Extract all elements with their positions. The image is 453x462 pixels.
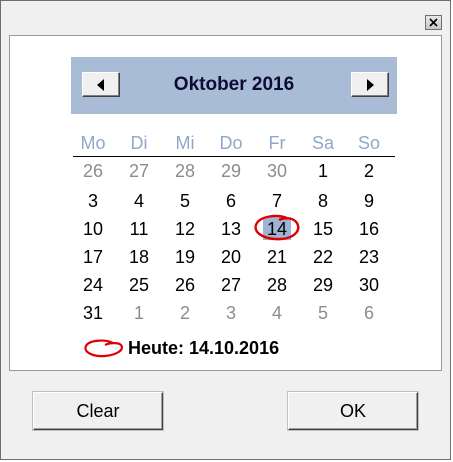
date-picker-dialog: Oktober 2016 Mo Di Mi Do Fr Sa So 26 27 28 29 30 1 2 3… [0, 0, 451, 460]
day-cell[interactable]: 8 [304, 190, 342, 212]
day-cell[interactable]: 18 [120, 246, 158, 268]
day-cell[interactable]: 16 [350, 218, 388, 240]
month-title: Oktober 2016 [173, 74, 295, 95]
day-cell[interactable]: 13 [212, 218, 250, 240]
day-cell[interactable]: 30 [258, 160, 296, 182]
triangle-left-icon [97, 78, 104, 91]
day-cell[interactable]: 2 [166, 302, 204, 324]
today-label[interactable]: Heute: 14.10.2016 [128, 337, 279, 359]
day-cell[interactable]: 1 [304, 160, 342, 182]
day-cell[interactable]: 6 [350, 302, 388, 324]
day-cell[interactable]: 5 [304, 302, 342, 324]
day-cell[interactable]: 20 [212, 246, 250, 268]
weekday-divider [73, 156, 395, 157]
day-cell[interactable]: 29 [212, 160, 250, 182]
weekday-header: Sa [311, 133, 335, 153]
day-cell[interactable]: 10 [74, 218, 112, 240]
day-cell[interactable]: 2 [350, 160, 388, 182]
weekday-header: Mi [175, 133, 195, 153]
day-cell[interactable]: 21 [258, 246, 296, 268]
day-cell[interactable]: 9 [350, 190, 388, 212]
close-button[interactable] [425, 15, 442, 30]
day-cell[interactable]: 27 [212, 274, 250, 296]
day-cell[interactable]: 23 [350, 246, 388, 268]
day-cell[interactable]: 1 [120, 302, 158, 324]
day-cell[interactable]: 4 [258, 302, 296, 324]
day-cell[interactable]: 22 [304, 246, 342, 268]
prev-month-button[interactable] [82, 72, 120, 97]
day-cell[interactable]: 14 [258, 218, 296, 240]
day-cell[interactable]: 26 [166, 274, 204, 296]
red-circle-icon [84, 339, 124, 358]
day-cell[interactable]: 26 [74, 160, 112, 182]
clear-button[interactable]: Clear [33, 392, 163, 430]
weekday-header: Mo [80, 133, 106, 153]
day-cell[interactable]: 5 [166, 190, 204, 212]
title-bar [1, 1, 450, 35]
day-cell[interactable]: 6 [212, 190, 250, 212]
day-cell[interactable]: 28 [258, 274, 296, 296]
day-cell[interactable]: 4 [120, 190, 158, 212]
weekday-header: Do [219, 133, 243, 153]
day-cell[interactable]: 27 [120, 160, 158, 182]
next-month-button[interactable] [351, 72, 389, 97]
day-cell[interactable]: 25 [120, 274, 158, 296]
day-cell[interactable]: 3 [74, 190, 112, 212]
weekday-header: Di [130, 133, 148, 153]
month-header: Oktober 2016 [71, 57, 397, 114]
day-cell[interactable]: 15 [304, 218, 342, 240]
day-cell[interactable]: 12 [166, 218, 204, 240]
weekday-header: So [357, 133, 381, 153]
day-cell[interactable]: 3 [212, 302, 250, 324]
day-cell[interactable]: 30 [350, 274, 388, 296]
day-cell[interactable]: 7 [258, 190, 296, 212]
day-cell[interactable]: 31 [74, 302, 112, 324]
day-cell[interactable]: 24 [74, 274, 112, 296]
day-cell[interactable]: 17 [74, 246, 112, 268]
close-icon [429, 18, 438, 27]
calendar-panel: Oktober 2016 Mo Di Mi Do Fr Sa So 26 27 28 29 30 1 2 3… [9, 35, 442, 371]
triangle-right-icon [367, 78, 374, 91]
day-cell[interactable]: 28 [166, 160, 204, 182]
weekday-header: Fr [268, 133, 286, 153]
day-cell[interactable]: 19 [166, 246, 204, 268]
day-cell[interactable]: 29 [304, 274, 342, 296]
ok-button[interactable]: OK [288, 392, 418, 430]
day-cell[interactable]: 11 [120, 218, 158, 240]
